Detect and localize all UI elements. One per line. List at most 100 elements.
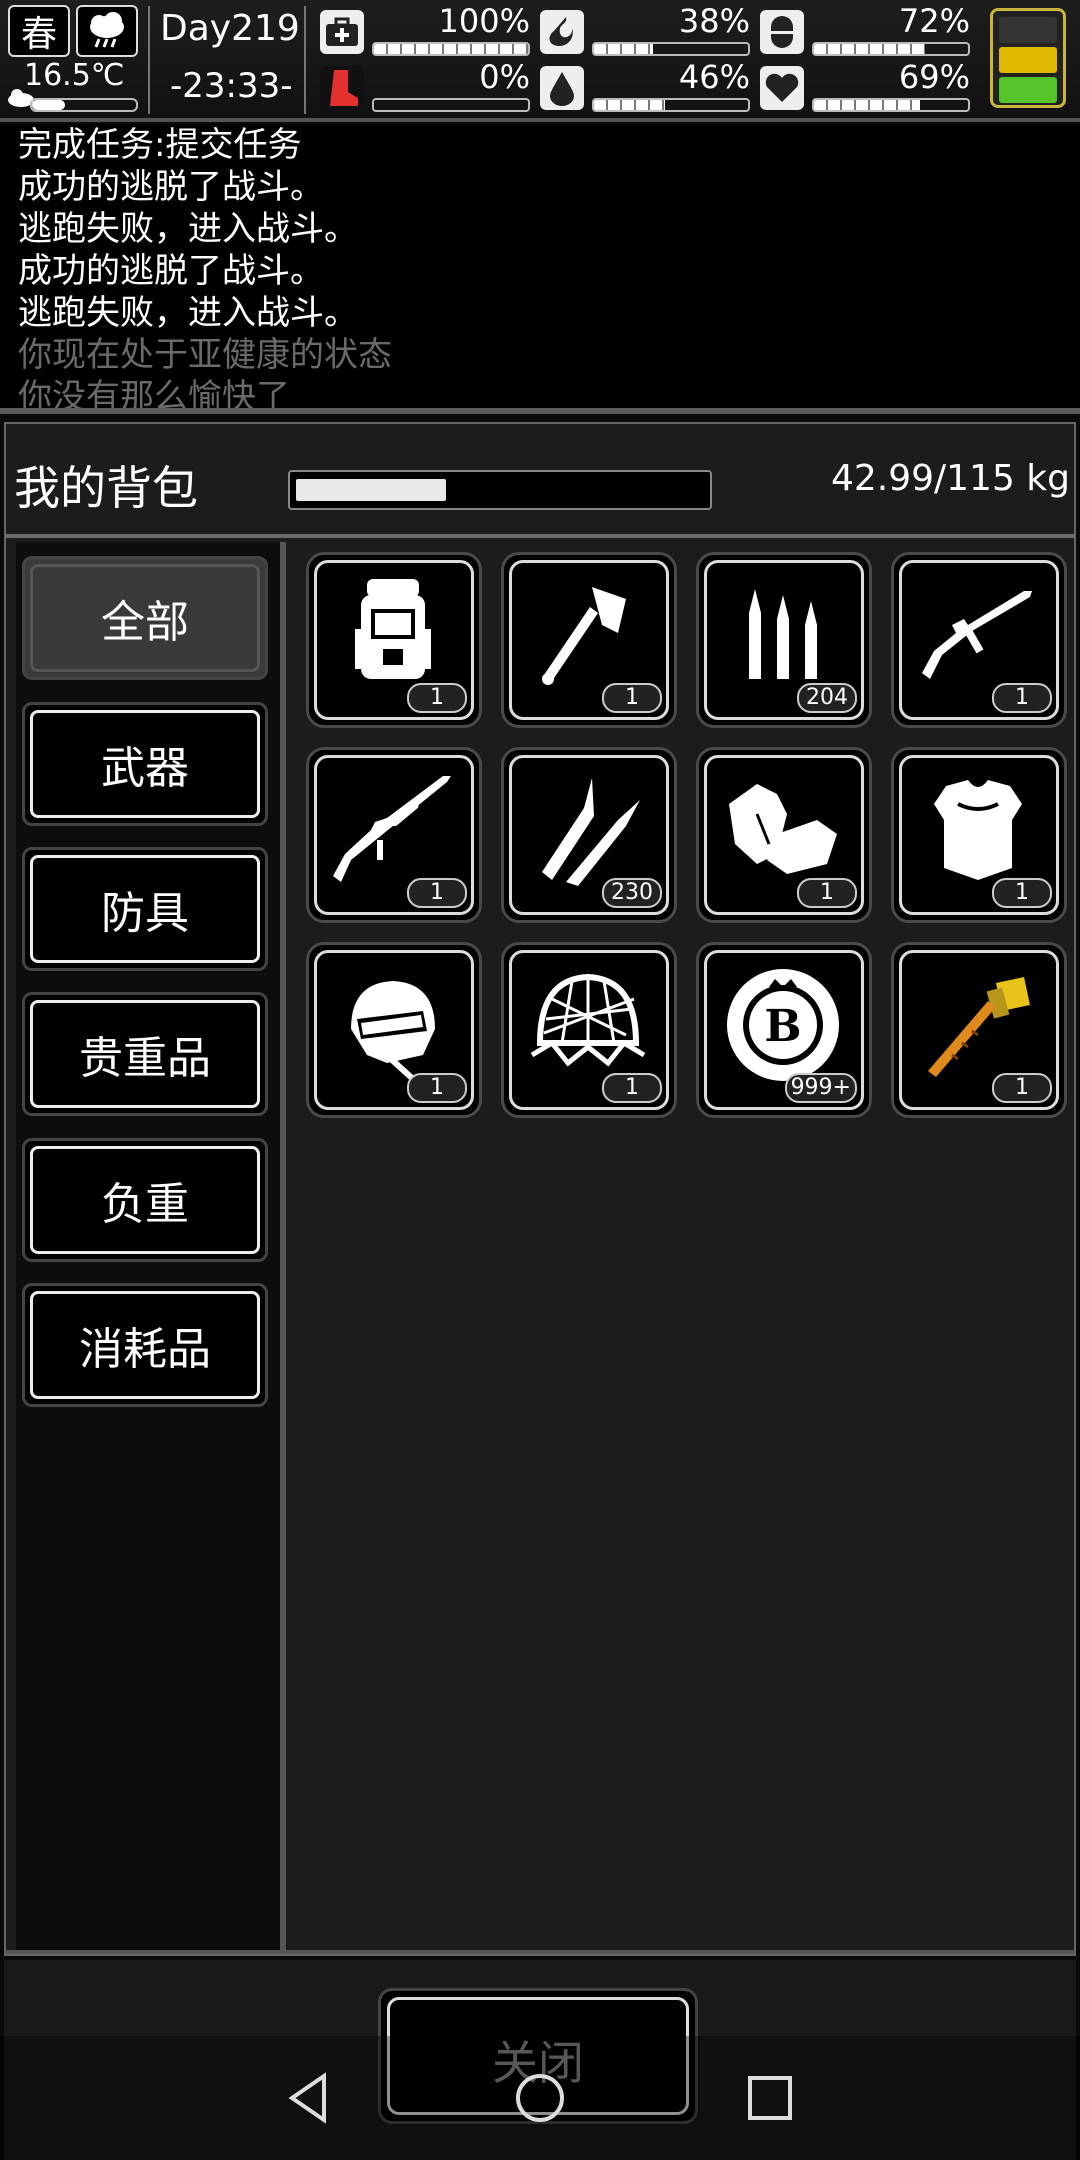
log-line: 你现在处于亚健康的状态 <box>18 335 392 375</box>
water-drop-icon <box>540 66 584 110</box>
item-slot[interactable]: 1 <box>306 552 482 728</box>
log-line: 逃跑失败，进入战斗。 <box>18 209 358 249</box>
message-log[interactable]: 完成任务:提交任务 成功的逃脱了战斗。 逃跑失败，进入战斗。 成功的逃脱了战斗。… <box>0 124 1080 414</box>
item-count: 1 <box>407 1073 467 1103</box>
injured-leg-icon <box>320 66 364 110</box>
pill-icon <box>760 10 804 54</box>
category-valuables-button[interactable]: 贵重品 <box>22 992 268 1116</box>
item-slot[interactable]: 1 <box>306 942 482 1118</box>
back-icon[interactable] <box>280 2068 340 2128</box>
item-slot[interactable]: 1 <box>891 942 1067 1118</box>
item-count: 230 <box>602 878 662 908</box>
divider <box>6 1950 1074 1954</box>
category-load-button[interactable]: 负重 <box>22 1138 268 1262</box>
item-slot[interactable]: 204 <box>696 552 872 728</box>
item-slot[interactable]: 1 <box>696 747 872 923</box>
divider <box>6 534 1074 538</box>
divider <box>148 6 150 114</box>
helmet-icon <box>351 981 435 1082</box>
status-bar: 春 16.5℃ Day219 -23:33- 100% 38% 72% 0% 4… <box>0 0 1080 122</box>
medicine-value: 72% <box>898 2 970 40</box>
mood-stat: 69% <box>760 58 970 118</box>
category-sidebar: 全部 武器 防具 贵重品 负重 消耗品 <box>16 542 286 1950</box>
home-icon[interactable] <box>510 2068 570 2128</box>
heart-icon <box>760 66 804 110</box>
thirst-value: 46% <box>678 58 750 96</box>
item-slot[interactable]: 1 <box>891 747 1067 923</box>
injury-value: 0% <box>479 58 530 96</box>
net-helmet-icon <box>530 973 646 1067</box>
assault-rifle-icon <box>922 591 1032 679</box>
sniper-rifle-icon <box>333 776 451 882</box>
health-bar <box>372 42 530 56</box>
category-label: 防具 <box>101 888 189 939</box>
bag-title: 我的背包 <box>14 461 198 515</box>
item-count: 1 <box>992 1073 1052 1103</box>
recents-icon[interactable] <box>740 2068 800 2128</box>
svg-text:B: B <box>764 1001 801 1052</box>
category-label: 负重 <box>101 1179 189 1230</box>
medkit-icon <box>320 10 364 54</box>
mood-bar <box>812 98 970 112</box>
rifle-rounds-icon <box>542 778 640 886</box>
log-line: 逃跑失败，进入战斗。 <box>18 293 358 333</box>
item-count: 204 <box>797 683 857 713</box>
thirst-bar <box>592 98 750 112</box>
item-count: 1 <box>797 878 857 908</box>
category-all-button[interactable]: 全部 <box>22 556 268 680</box>
category-label: 贵重品 <box>79 1033 211 1084</box>
item-slot[interactable]: 1 <box>306 747 482 923</box>
category-weapons-button[interactable]: 武器 <box>22 702 268 826</box>
battery-icon <box>990 8 1066 108</box>
backpack-icon <box>355 579 431 679</box>
day-counter: Day219 <box>160 8 300 49</box>
item-slot[interactable]: 1 <box>501 942 677 1118</box>
gloves-icon <box>729 784 837 874</box>
hunger-value: 38% <box>678 2 750 40</box>
log-line: 成功的逃脱了战斗。 <box>18 167 324 207</box>
log-line: 成功的逃脱了战斗。 <box>18 251 324 291</box>
item-count: 1 <box>992 683 1052 713</box>
body-armor-icon <box>934 780 1022 880</box>
stomach-icon <box>540 10 584 54</box>
inventory-panel: 我的背包 42.99/115 kg 全部 武器 防具 贵重品 负重 消耗品 1 … <box>4 422 1076 1956</box>
item-count: 1 <box>602 683 662 713</box>
bullets-icon <box>749 589 817 679</box>
coin-icon: B <box>727 969 839 1081</box>
item-slot[interactable]: 1 <box>891 552 1067 728</box>
injury-bar <box>372 98 530 112</box>
item-slot[interactable]: B 999+ <box>696 942 872 1118</box>
thirst-stat: 46% <box>540 58 750 118</box>
divider <box>304 6 306 114</box>
item-slot[interactable]: 230 <box>501 747 677 923</box>
medicine-bar <box>812 42 970 56</box>
log-line: 完成任务:提交任务 <box>18 125 302 165</box>
item-count: 1 <box>407 878 467 908</box>
item-slot[interactable]: 1 <box>501 552 677 728</box>
hunger-stat: 38% <box>540 2 750 62</box>
log-line: 你没有那么愉快了 <box>18 377 290 414</box>
item-count: 1 <box>407 683 467 713</box>
axe-icon <box>542 587 626 685</box>
item-count: 1 <box>602 1073 662 1103</box>
category-label: 武器 <box>101 743 189 794</box>
item-count: 1 <box>992 878 1052 908</box>
category-label: 全部 <box>101 597 189 648</box>
system-navigation-bar <box>0 2036 1080 2160</box>
category-label: 消耗品 <box>79 1324 211 1375</box>
medicine-stat: 72% <box>760 2 970 62</box>
game-clock: -23:33- <box>170 66 293 106</box>
weather-icon <box>76 5 138 57</box>
hunger-bar <box>592 42 750 56</box>
mood-value: 69% <box>898 58 970 96</box>
season-badge: 春 <box>8 5 70 57</box>
temperature-bar <box>30 98 138 112</box>
item-count: 999+ <box>784 1073 857 1103</box>
weight-value: 42.99/115 kg <box>830 458 1070 499</box>
injury-stat: 0% <box>320 58 530 118</box>
season-label: 春 <box>20 14 57 55</box>
hammer-icon <box>928 977 1030 1077</box>
category-armor-button[interactable]: 防具 <box>22 847 268 971</box>
health-stat: 100% <box>320 2 530 62</box>
category-consumables-button[interactable]: 消耗品 <box>22 1283 268 1407</box>
